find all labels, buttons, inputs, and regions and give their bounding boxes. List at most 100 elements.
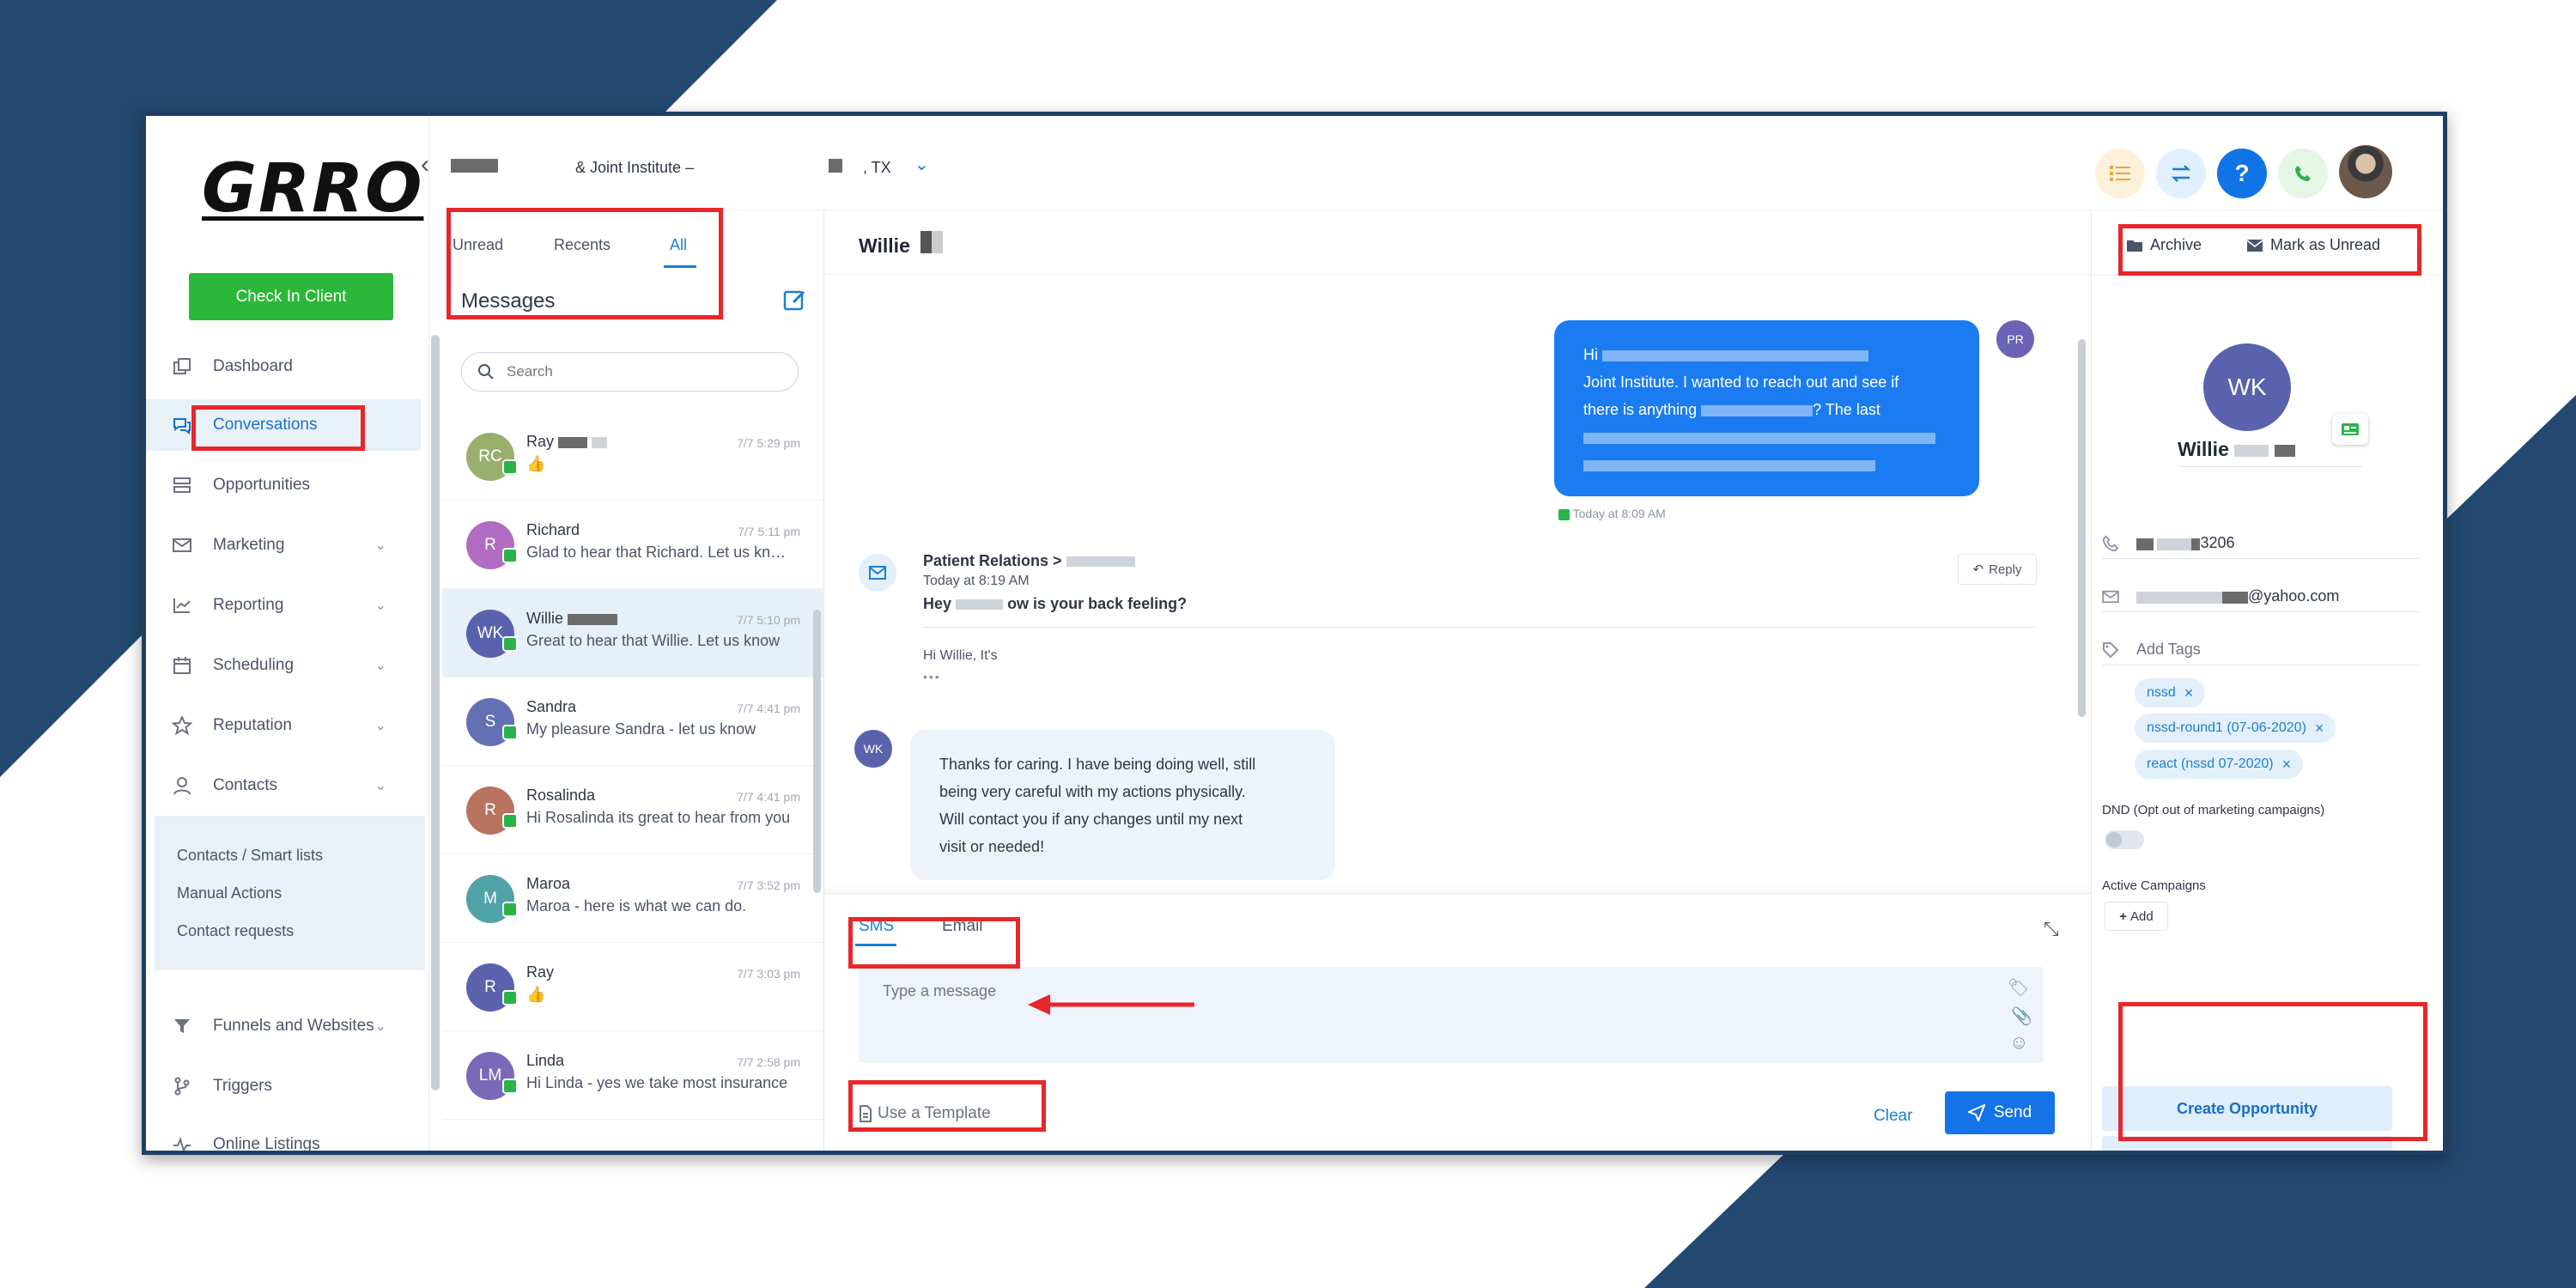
sms-badge-icon: [502, 1078, 518, 1094]
conversation-name: Rosalinda: [526, 787, 596, 804]
contact-phone-row[interactable]: 3206: [2102, 528, 2420, 559]
send-button[interactable]: Send: [1945, 1091, 2055, 1134]
conversation-list-scrollbar[interactable]: [813, 610, 821, 893]
location-redacted: [451, 159, 498, 173]
tab-unread[interactable]: Unread: [453, 236, 503, 254]
nav-conversations[interactable]: Conversations: [146, 399, 421, 451]
conversation-name: Richard: [526, 521, 580, 538]
avatar[interactable]: [2339, 145, 2392, 198]
messages-title: Messages: [461, 289, 556, 313]
incoming-message-line: being very careful with my actions physi…: [939, 783, 1246, 800]
email-expand-icon[interactable]: •••: [923, 670, 941, 683]
conversation-preview: Hi Linda - yes we take most insurance: [526, 1074, 788, 1091]
nav-scheduling[interactable]: Scheduling ⌄: [146, 640, 421, 691]
add-tags-row[interactable]: Add Tags: [2102, 635, 2420, 665]
conversation-time: 7/7 2:58 pm: [737, 1055, 800, 1069]
help-icon[interactable]: ?: [2217, 149, 2267, 198]
phone-icon[interactable]: [2278, 149, 2328, 198]
outgoing-message-line: Hi: [1583, 341, 1950, 368]
schedule-button[interactable]: Schedule: [2102, 1136, 2392, 1151]
conversation-name: Sandra: [526, 698, 577, 715]
tab-recents[interactable]: Recents: [554, 236, 611, 254]
compose-icon[interactable]: [781, 286, 809, 313]
chevron-down-icon[interactable]: ⌄: [914, 154, 929, 175]
contact-name: Willie: [2178, 438, 2362, 467]
search-box[interactable]: [461, 352, 799, 392]
reply-icon: ↶: [1972, 562, 1984, 577]
contacts-submenu: Contacts / Smart lists Manual Actions Co…: [155, 816, 425, 970]
archive-button[interactable]: Archive: [2126, 236, 2202, 254]
nav-opportunities[interactable]: Opportunities: [146, 459, 421, 511]
nav-marketing[interactable]: Marketing ⌄: [146, 519, 421, 571]
conversation-preview: 👍: [526, 986, 546, 1003]
sms-badge-icon: [502, 902, 518, 917]
mail-icon: [172, 535, 192, 556]
conversation-item[interactable]: R Rosalinda 7/7 4:41 pm Hi Rosalinda its…: [442, 766, 824, 854]
conversation-name: Willie: [526, 610, 618, 628]
conversation-item-selected[interactable]: WK Willie 7/7 5:10 pm Great to hear that…: [442, 589, 824, 677]
branch-icon: [172, 1076, 192, 1097]
outgoing-message-line: there is anything ? The last: [1583, 401, 1880, 418]
dashboard-icon: [172, 356, 192, 377]
sms-badge-icon: [502, 990, 518, 1005]
add-campaign-button[interactable]: + Add: [2105, 902, 2168, 931]
search-input[interactable]: [507, 363, 781, 380]
conversation-preview: Great to hear that Willie. Let us know: [526, 632, 781, 649]
conversation-name: Linda: [526, 1052, 565, 1069]
reply-button[interactable]: ↶ Reply: [1958, 554, 2037, 585]
tag-icon[interactable]: 🏷: [2008, 977, 2029, 999]
remove-tag-icon[interactable]: ×: [2184, 684, 2194, 702]
envelope-icon: [2246, 239, 2263, 252]
attachment-icon[interactable]: 📎: [2011, 1005, 2032, 1027]
remove-tag-icon[interactable]: ×: [2315, 720, 2324, 738]
incoming-message-line: Will contact you if any changes until my…: [939, 811, 1243, 828]
nav-contacts[interactable]: Contacts ⌄: [146, 760, 421, 811]
nav-triggers-label: Triggers: [213, 1077, 272, 1095]
conversation-item[interactable]: M Maroa 7/7 3:52 pm Maroa - here is what…: [442, 854, 824, 943]
nav-triggers[interactable]: Triggers: [146, 1060, 421, 1112]
emoji-icon[interactable]: ☺: [2009, 1031, 2028, 1054]
collapse-sidebar-icon[interactable]: ‹: [421, 150, 429, 179]
nav-online-listings[interactable]: Online Listings: [146, 1119, 421, 1153]
chat-scrollbar[interactable]: [2078, 339, 2086, 717]
use-template-button[interactable]: Use a Template: [859, 1104, 991, 1123]
conversation-item[interactable]: LM Linda 7/7 2:58 pm Hi Linda - yes we t…: [442, 1031, 824, 1120]
sms-badge-icon: [502, 725, 518, 740]
contact-email: @yahoo.com: [2248, 587, 2340, 605]
dnd-toggle[interactable]: [2105, 830, 2144, 849]
nav-funnels-websites[interactable]: Funnels and Websites ⌄: [146, 1000, 421, 1052]
remove-tag-icon[interactable]: ×: [2282, 756, 2292, 774]
clear-button[interactable]: Clear: [1874, 1107, 1912, 1126]
conversation-name: Ray: [526, 963, 555, 981]
conversation-item[interactable]: S Sandra 7/7 4:41 pm My pleasure Sandra …: [442, 677, 824, 766]
conversation-time: 7/7 3:52 pm: [737, 878, 800, 892]
nav-contacts-smart-lists[interactable]: Contacts / Smart lists: [155, 836, 425, 874]
sms-badge-icon: [502, 813, 518, 829]
minimize-icon[interactable]: ⤡: [2044, 918, 2059, 940]
check-in-client-button[interactable]: Check In Client: [189, 273, 393, 320]
create-opportunity-button[interactable]: Create Opportunity: [2102, 1086, 2392, 1131]
conversation-item[interactable]: R Ray 7/7 3:03 pm 👍: [442, 943, 824, 1031]
sms-badge-icon: [502, 548, 518, 563]
contact-email-row[interactable]: @yahoo.com: [2102, 581, 2420, 612]
conversation-item[interactable]: RC Ray 7/7 5:29 pm 👍: [442, 412, 824, 501]
nav-contact-requests[interactable]: Contact requests: [155, 912, 425, 950]
tab-all[interactable]: All: [670, 236, 687, 254]
composer-tab-sms[interactable]: SMS: [859, 917, 894, 936]
incoming-message-line: Thanks for caring. I have being doing we…: [939, 756, 1256, 773]
nav-manual-actions[interactable]: Manual Actions: [155, 874, 425, 912]
composer-tab-email[interactable]: Email: [942, 917, 983, 936]
add-tags-label: Add Tags: [2136, 641, 2201, 658]
swap-icon[interactable]: [2156, 149, 2206, 198]
nav-dashboard[interactable]: Dashboard: [146, 341, 421, 392]
list-icon[interactable]: [2095, 149, 2145, 198]
nav-online-listings-label: Online Listings: [213, 1135, 320, 1153]
nav-conversations-label: Conversations: [213, 416, 318, 434]
mark-as-unread-button[interactable]: Mark as Unread: [2246, 236, 2380, 254]
nav-reporting[interactable]: Reporting ⌄: [146, 580, 421, 631]
stack-icon: [172, 475, 192, 495]
nav-reputation[interactable]: Reputation ⌄: [146, 700, 421, 751]
location-redacted: [829, 159, 842, 173]
sidebar-scrollbar[interactable]: [431, 335, 440, 1091]
conversation-item[interactable]: R Richard 7/7 5:11 pm Glad to hear that …: [442, 501, 824, 589]
